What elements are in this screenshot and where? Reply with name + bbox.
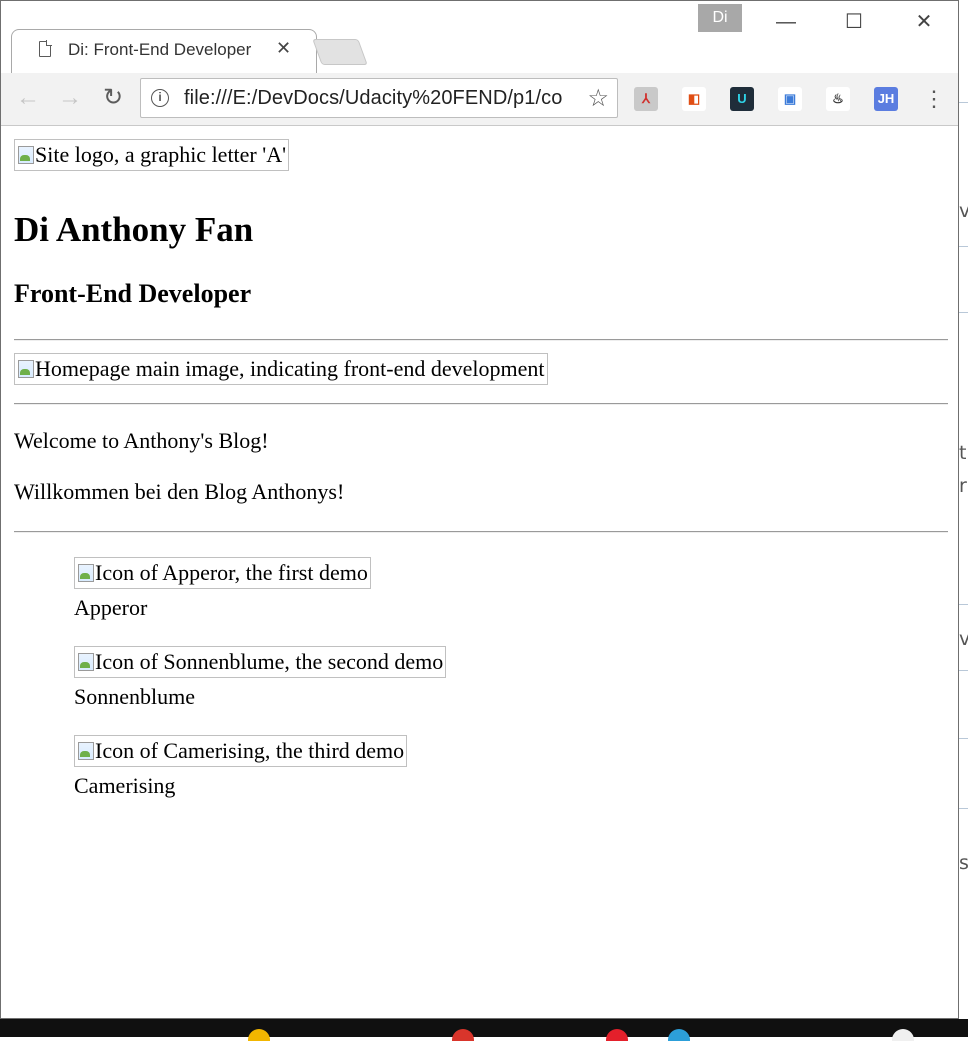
demo-label-apperor[interactable]: Apperor: [74, 595, 147, 621]
page-title: Di Anthony Fan: [14, 210, 254, 249]
broken-image-icon: [78, 742, 94, 760]
demo-label-camerising[interactable]: Camerising: [74, 773, 175, 799]
background-divider: [959, 246, 968, 247]
broken-image-icon: [18, 146, 34, 164]
background-text: t: [959, 442, 967, 464]
demo-icon-alt: Icon of Camerising, the third demo: [95, 738, 405, 763]
main-image: Homepage main image, indicating front-en…: [14, 353, 548, 385]
background-divider: [959, 670, 968, 671]
new-tab-button[interactable]: [312, 39, 368, 65]
divider: [14, 403, 948, 405]
background-window: v t r v s:: [959, 0, 968, 1019]
background-divider: [959, 312, 968, 313]
close-window-button[interactable]: ✕: [901, 7, 947, 37]
demo-icon-camerising[interactable]: Icon of Camerising, the third demo: [74, 735, 408, 767]
browser-toolbar: ← → ↻ i file:///E:/DevDocs/Udacity%20FEN…: [1, 73, 958, 126]
jh-extension-icon[interactable]: JH: [874, 87, 898, 111]
office-extension-icon[interactable]: ◧: [682, 87, 706, 111]
taskbar: [0, 1019, 968, 1041]
taskbar-app-icon[interactable]: [668, 1029, 690, 1041]
background-divider: [959, 604, 968, 605]
taskbar-app-icon[interactable]: [606, 1029, 628, 1041]
maximize-button[interactable]: ☐: [831, 7, 877, 37]
divider: [14, 531, 948, 533]
taskbar-app-icon[interactable]: [892, 1029, 914, 1041]
url-text[interactable]: file:///E:/DevDocs/Udacity%20FEND/p1/co: [184, 87, 574, 110]
bookmark-star-icon[interactable]: ☆: [587, 84, 609, 113]
udacity-extension-icon[interactable]: U: [730, 87, 754, 111]
browser-menu-button[interactable]: ⋮: [923, 86, 945, 112]
background-text: v: [959, 628, 968, 650]
background-text: s:: [959, 852, 968, 874]
screenshot-extension-icon[interactable]: ▣: [778, 87, 802, 111]
tab-close-icon[interactable]: ✕: [276, 38, 291, 59]
acrobat-extension-icon[interactable]: ⅄: [634, 87, 658, 111]
main-image-alt: Homepage main image, indicating front-en…: [35, 356, 545, 381]
back-button[interactable]: ←: [13, 81, 43, 115]
reload-button[interactable]: ↻: [98, 81, 128, 115]
divider: [14, 339, 948, 341]
tab-title: Di: Front-End Developer: [68, 40, 252, 59]
demo-icon-alt: Icon of Sonnenblume, the second demo: [95, 649, 444, 674]
demo-icon-alt: Icon of Apperor, the first demo: [95, 560, 368, 585]
taskbar-app-icon[interactable]: [248, 1029, 270, 1041]
welcome-text: Welcome to Anthony's Blog!: [14, 428, 269, 453]
page-subtitle: Front-End Developer: [14, 279, 252, 308]
profile-button[interactable]: Di: [698, 4, 742, 32]
forward-button[interactable]: →: [55, 81, 85, 115]
document-icon: [39, 41, 51, 57]
demo-icon-sonnenblume[interactable]: Icon of Sonnenblume, the second demo: [74, 646, 447, 678]
taskbar-app-icon[interactable]: [452, 1029, 474, 1041]
browser-window: Di: Front-End Developer ✕ Di — ☐ ✕ ← → ↻…: [0, 0, 959, 1019]
broken-image-icon: [78, 653, 94, 671]
background-divider: [959, 738, 968, 739]
site-logo-alt: Site logo, a graphic letter 'A': [35, 142, 287, 167]
background-divider: [959, 808, 968, 809]
demo-icon-apperor[interactable]: Icon of Apperor, the first demo: [74, 557, 371, 589]
demo-label-sonnenblume[interactable]: Sonnenblume: [74, 684, 195, 710]
welcome-text-german: Willkommen bei den Blog Anthonys!: [14, 479, 345, 504]
minimize-button[interactable]: —: [763, 7, 809, 37]
flame-extension-icon[interactable]: ♨: [826, 87, 850, 111]
tab-active[interactable]: Di: Front-End Developer ✕: [11, 29, 317, 73]
title-bar: Di: Front-End Developer ✕ Di — ☐ ✕: [1, 1, 958, 73]
background-text: v: [959, 200, 968, 222]
broken-image-icon: [18, 360, 34, 378]
background-divider: [959, 102, 968, 103]
broken-image-icon: [78, 564, 94, 582]
address-bar[interactable]: i file:///E:/DevDocs/Udacity%20FEND/p1/c…: [140, 78, 618, 118]
background-text: r: [959, 475, 967, 497]
site-logo: Site logo, a graphic letter 'A': [14, 139, 290, 171]
page-content: Site logo, a graphic letter 'A' Di Antho…: [1, 126, 958, 1018]
info-icon[interactable]: i: [151, 89, 169, 107]
